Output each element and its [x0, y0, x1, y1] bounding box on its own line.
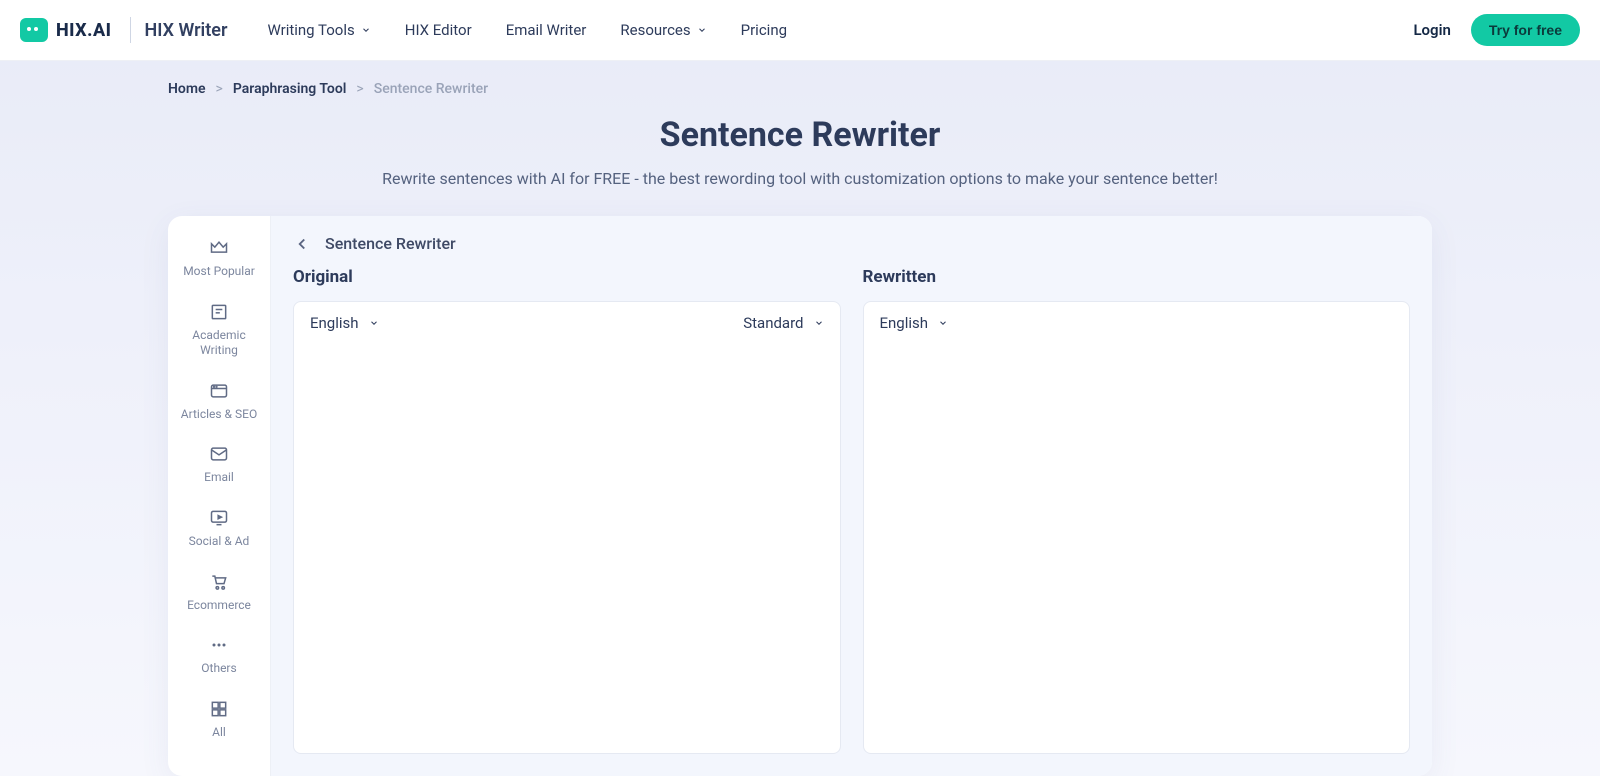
nav-email-writer[interactable]: Email Writer [506, 21, 587, 39]
original-column: Original English Standard [293, 267, 841, 754]
nav-label: Email Writer [506, 21, 587, 39]
brand-logo[interactable]: HIX.AI [20, 18, 112, 42]
app-header: HIX.AI HIX Writer Writing Tools HIX Edit… [0, 0, 1600, 61]
nav-resources[interactable]: Resources [620, 21, 706, 39]
editor-title: Sentence Rewriter [325, 234, 456, 253]
nav-pricing[interactable]: Pricing [741, 21, 787, 39]
header-right: Login Try for free [1413, 14, 1580, 46]
sidebar-item-social-ad[interactable]: Social & Ad [168, 494, 270, 558]
nav-hix-editor[interactable]: HIX Editor [405, 21, 472, 39]
divider [130, 17, 131, 43]
breadcrumb: Home > Paraphrasing Tool > Sentence Rewr… [168, 61, 1432, 105]
nav-label: Pricing [741, 21, 787, 39]
editor-area: Sentence Rewriter Original English [271, 216, 1432, 776]
select-value: Standard [743, 314, 803, 332]
sidebar-item-academic-writing[interactable]: Academic Writing [168, 288, 270, 367]
sub-brand[interactable]: HIX Writer [145, 20, 228, 41]
select-value: English [880, 314, 929, 332]
rewritten-panel: English [863, 301, 1411, 754]
mail-icon [208, 444, 230, 464]
page-subtitle: Rewrite sentences with AI for FREE - the… [168, 169, 1432, 188]
nav-label: Resources [620, 21, 690, 39]
browser-icon [208, 381, 230, 401]
chevron-down-icon [361, 25, 371, 35]
sidebar-item-email[interactable]: Email [168, 430, 270, 494]
rewritten-language-select[interactable]: English [880, 314, 949, 332]
nav-label: Writing Tools [267, 21, 354, 39]
sidebar-item-all[interactable]: All [168, 685, 270, 749]
editor-columns: Original English Standard [271, 261, 1432, 776]
crumb-separator: > [356, 81, 363, 97]
sidebar-item-label: All [212, 725, 226, 741]
original-heading: Original [293, 267, 841, 287]
chevron-down-icon [814, 318, 824, 328]
original-panel: English Standard [293, 301, 841, 754]
crumb-home[interactable]: Home [168, 81, 206, 97]
main-nav: Writing Tools HIX Editor Email Writer Re… [267, 21, 787, 39]
rewritten-heading: Rewritten [863, 267, 1411, 287]
sidebar-item-label: Social & Ad [189, 534, 250, 550]
nav-label: HIX Editor [405, 21, 472, 39]
sidebar-item-label: Ecommerce [187, 598, 251, 614]
rewritten-toolbar: English [864, 302, 1410, 344]
chevron-left-icon[interactable] [293, 235, 311, 253]
original-toolbar: English Standard [294, 302, 840, 344]
chevron-down-icon [369, 318, 379, 328]
crumb-separator: > [216, 81, 223, 97]
sidebar-item-most-popular[interactable]: Most Popular [168, 224, 270, 288]
original-tone-select[interactable]: Standard [743, 314, 823, 332]
sidebar-item-label: Articles & SEO [181, 407, 257, 423]
main-card: Most Popular Academic Writing Articles &… [168, 216, 1432, 776]
sidebar-item-label: Others [201, 661, 236, 677]
sidebar-item-label: Academic Writing [174, 328, 264, 359]
editor-header: Sentence Rewriter [271, 216, 1432, 261]
sidebar-item-others[interactable]: Others [168, 621, 270, 685]
monitor-play-icon [208, 508, 230, 528]
nav-writing-tools[interactable]: Writing Tools [267, 21, 370, 39]
sidebar-item-ecommerce[interactable]: Ecommerce [168, 558, 270, 622]
crumb-paraphrasing-tool[interactable]: Paraphrasing Tool [233, 81, 347, 97]
crumb-current: Sentence Rewriter [374, 81, 488, 97]
select-value: English [310, 314, 359, 332]
crown-icon [208, 238, 230, 258]
chevron-down-icon [938, 318, 948, 328]
try-for-free-button[interactable]: Try for free [1471, 14, 1580, 46]
rewritten-column: Rewritten English [863, 267, 1411, 754]
cart-icon [208, 572, 230, 592]
page-title: Sentence Rewriter [168, 115, 1432, 155]
category-sidebar: Most Popular Academic Writing Articles &… [168, 216, 271, 776]
grid-icon [208, 699, 230, 719]
login-link[interactable]: Login [1413, 21, 1450, 39]
document-icon [208, 302, 230, 322]
logo-icon [20, 18, 48, 42]
brand-text: HIX.AI [56, 20, 112, 41]
chevron-down-icon [697, 25, 707, 35]
sidebar-item-label: Email [204, 470, 234, 486]
sidebar-item-label: Most Popular [183, 264, 255, 280]
more-icon [208, 635, 230, 655]
original-language-select[interactable]: English [310, 314, 379, 332]
sidebar-item-articles-seo[interactable]: Articles & SEO [168, 367, 270, 431]
